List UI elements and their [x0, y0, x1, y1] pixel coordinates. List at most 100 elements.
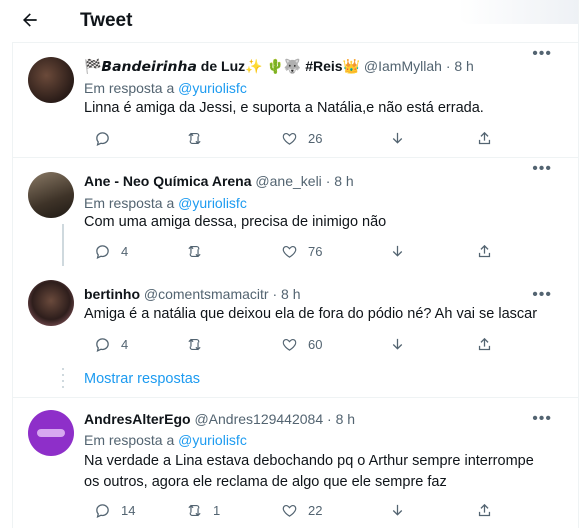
tweet-header: 🏁𝘽𝙖𝙣𝙙𝙚𝙞𝙧𝙞𝙣𝙝𝙖 de Luz✨ 🌵🐺 #Reis👑 @IamMylla…	[84, 57, 474, 75]
like-button[interactable]: 22	[281, 502, 322, 519]
tweet-header: AndresAlterEgo @Andres129442084 · 8 h	[84, 410, 355, 428]
download-button[interactable]	[389, 502, 406, 519]
reply-context: Em resposta a @yuriolisfc	[84, 194, 247, 212]
down-arrow-icon	[392, 338, 403, 350]
timestamp[interactable]: · 8 h	[446, 58, 474, 74]
header-bar: Tweet	[12, 0, 578, 43]
like-button[interactable]: 26	[281, 130, 322, 147]
like-count: 26	[308, 131, 323, 146]
display-name[interactable]: Ane - Neo Química Arena	[84, 173, 252, 189]
handle[interactable]: @IamMyllah	[364, 58, 442, 74]
reply-prefix: Em resposta a	[84, 80, 175, 96]
timestamp[interactable]: · 8 h	[327, 411, 355, 427]
page-title: Tweet	[80, 10, 133, 31]
reply-prefix: Em resposta a	[84, 195, 175, 211]
tweet-actions: 4 76	[84, 243, 566, 263]
reply-icon	[96, 338, 109, 353]
heart-icon	[282, 245, 297, 258]
reply-mention[interactable]: @yuriolisfc	[178, 195, 247, 211]
display-name[interactable]: 🏁𝘽𝙖𝙣𝙙𝙚𝙞𝙧𝙞𝙣𝙝𝙖 de Luz✨ 🌵🐺 #Reis👑	[84, 58, 360, 74]
handle[interactable]: @comentsmamacitr	[144, 286, 269, 302]
retweet-icon	[188, 504, 201, 517]
tweet-actions: 4 60	[84, 336, 566, 356]
share-icon	[478, 503, 491, 517]
reply-button[interactable]: 14	[94, 502, 135, 519]
reply-mention[interactable]: @yuriolisfc	[178, 432, 247, 448]
share-button[interactable]	[476, 130, 493, 147]
avatar[interactable]	[28, 280, 74, 326]
tweet-actions: 14 1 22	[84, 502, 566, 522]
tweet[interactable]: AndresAlterEgo @Andres129442084 · 8 h ••…	[12, 398, 578, 528]
reply-button[interactable]: 4	[94, 243, 128, 260]
more-horizontal-icon: •••	[532, 160, 552, 177]
reply-count: 4	[121, 337, 129, 352]
retweet-button[interactable]	[186, 336, 213, 353]
tweet[interactable]: Ane - Neo Química Arena @ane_keli · 8 h …	[12, 158, 578, 266]
reply-icon	[96, 245, 109, 260]
more-button[interactable]: •••	[532, 160, 552, 178]
retweet-icon	[188, 132, 201, 145]
more-button[interactable]: •••	[532, 45, 552, 63]
like-button[interactable]: 60	[281, 336, 322, 353]
retweet-icon	[188, 338, 201, 351]
download-button[interactable]	[389, 130, 406, 147]
thread-connector	[62, 224, 64, 266]
down-arrow-icon	[392, 245, 403, 257]
tweet-header: Ane - Neo Química Arena @ane_keli · 8 h	[84, 172, 354, 190]
share-button[interactable]	[476, 502, 493, 519]
search-placeholder-area	[458, 0, 578, 24]
like-count: 22	[308, 503, 323, 518]
like-count: 76	[308, 244, 323, 259]
reply-button[interactable]: 4	[94, 336, 128, 353]
reply-count: 4	[121, 244, 129, 259]
retweet-button[interactable]: 1	[186, 502, 220, 519]
reply-context: Em resposta a @yuriolisfc	[84, 79, 247, 97]
like-button[interactable]: 76	[281, 243, 322, 260]
timestamp[interactable]: · 8 h	[326, 173, 354, 189]
display-name[interactable]: AndresAlterEgo	[84, 411, 191, 427]
more-button[interactable]: •••	[532, 286, 552, 304]
share-icon	[478, 131, 491, 145]
down-arrow-icon	[392, 504, 403, 516]
share-button[interactable]	[476, 243, 493, 260]
timestamp[interactable]: · 8 h	[272, 286, 300, 302]
more-horizontal-icon: •••	[532, 45, 552, 62]
avatar-badge	[37, 429, 65, 437]
avatar[interactable]	[28, 57, 74, 103]
retweet-button[interactable]	[186, 130, 213, 147]
show-replies-link[interactable]: Mostrar respostas	[84, 371, 200, 387]
reply-icon	[96, 504, 109, 519]
reply-prefix: Em resposta a	[84, 432, 175, 448]
reply-icon	[96, 132, 109, 147]
tweet-text: Linna é amiga da Jessi, e suporta a Natá…	[84, 100, 484, 116]
tweet[interactable]: bertinho @comentsmamacitr · 8 h ••• Amig…	[12, 266, 578, 360]
heart-icon	[282, 504, 297, 517]
reply-context: Em resposta a @yuriolisfc	[84, 431, 247, 449]
like-count: 60	[308, 337, 323, 352]
reply-button[interactable]	[94, 130, 121, 147]
download-button[interactable]	[389, 336, 406, 353]
more-button[interactable]: •••	[532, 410, 552, 428]
retweet-icon	[188, 245, 201, 258]
arrow-left-icon	[23, 13, 37, 27]
reply-mention[interactable]: @yuriolisfc	[178, 80, 247, 96]
thread-dots	[62, 368, 64, 392]
download-button[interactable]	[389, 243, 406, 260]
retweet-button[interactable]	[186, 243, 213, 260]
avatar[interactable]	[28, 410, 74, 456]
tweet-header: bertinho @comentsmamacitr · 8 h	[84, 285, 300, 303]
reply-count: 14	[121, 503, 136, 518]
handle[interactable]: @Andres129442084	[194, 411, 323, 427]
down-arrow-icon	[392, 132, 403, 144]
heart-icon	[282, 132, 297, 145]
back-button[interactable]	[18, 8, 42, 32]
handle[interactable]: @ane_keli	[255, 173, 321, 189]
tweet[interactable]: 🏁𝘽𝙖𝙣𝙙𝙚𝙞𝙧𝙞𝙣𝙝𝙖 de Luz✨ 🌵🐺 #Reis👑 @IamMylla…	[12, 43, 578, 158]
retweet-count: 1	[213, 503, 221, 518]
heart-icon	[282, 338, 297, 351]
tweet-actions: 26	[84, 130, 566, 150]
avatar[interactable]	[28, 172, 74, 218]
display-name[interactable]: bertinho	[84, 286, 140, 302]
share-icon	[478, 337, 491, 351]
share-button[interactable]	[476, 336, 493, 353]
